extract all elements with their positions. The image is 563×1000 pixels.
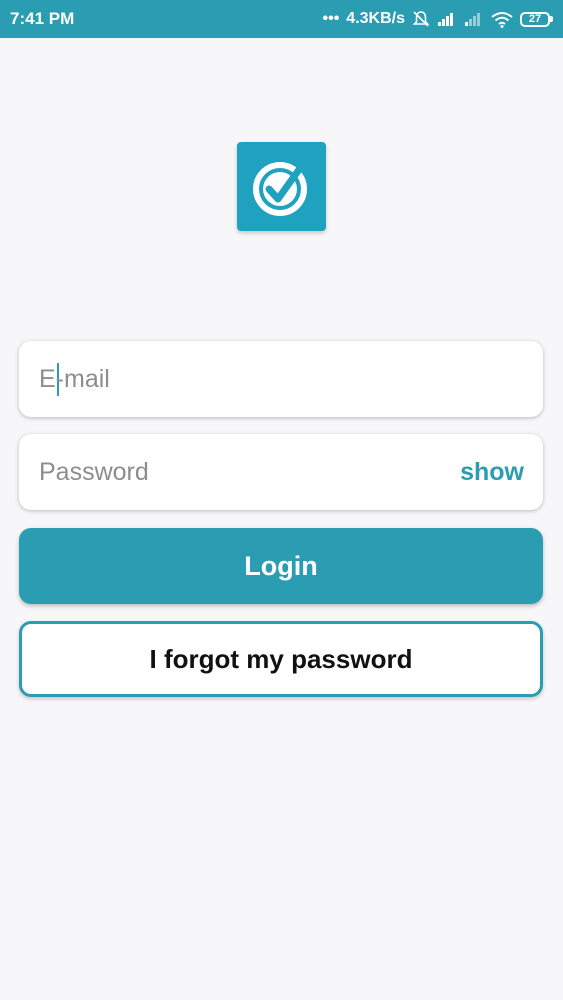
battery-icon: 27 [520, 11, 553, 27]
password-input[interactable] [39, 434, 439, 510]
mute-bell-icon [412, 10, 430, 28]
email-input[interactable] [39, 341, 439, 417]
email-field-container [19, 341, 543, 417]
status-time: 7:41 PM [10, 9, 75, 28]
wifi-icon [491, 11, 513, 28]
status-bar: 7:41 PM ••• 4.3KB/s 27 [0, 0, 563, 38]
app-logo [237, 142, 326, 231]
dots-icon: ••• [322, 10, 340, 27]
show-password-button[interactable]: show [460, 434, 524, 510]
signal-icon [437, 11, 457, 27]
signal-weak-icon [464, 11, 484, 27]
check-circle-icon [252, 160, 307, 216]
password-field-container: show [19, 434, 543, 510]
login-button[interactable]: Login [19, 528, 543, 604]
forgot-password-button[interactable]: I forgot my password [19, 621, 543, 697]
status-icons: ••• 4.3KB/s 27 [322, 10, 553, 28]
network-speed: 4.3KB/s [346, 10, 405, 27]
battery-level: 27 [520, 11, 550, 27]
